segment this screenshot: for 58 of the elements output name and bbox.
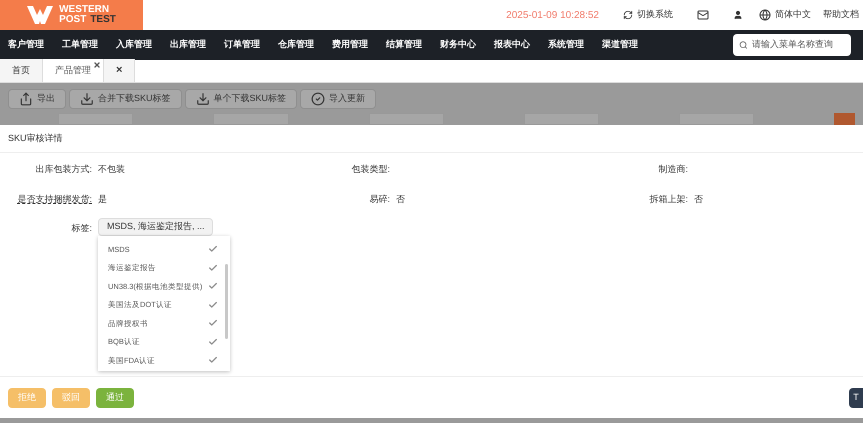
nav-menu-item[interactable]: 渠道管理 xyxy=(602,38,638,52)
field-value: 否 xyxy=(694,194,703,204)
nav-menu-item[interactable]: 出库管理 xyxy=(170,38,206,52)
filter-field[interactable] xyxy=(213,113,289,125)
field-label: 出库包装方式: xyxy=(34,163,92,176)
refresh-icon xyxy=(623,10,633,20)
filter-field[interactable] xyxy=(524,113,600,125)
field-value: 不包装 xyxy=(98,164,125,174)
search-icon xyxy=(739,40,748,50)
download-icon xyxy=(196,92,210,106)
globe-icon xyxy=(759,9,771,21)
mail-icon[interactable] xyxy=(697,9,709,21)
datetime-text: 2025-01-09 10:28:52 xyxy=(506,8,599,22)
nav-menu-item[interactable]: 系统管理 xyxy=(548,38,584,52)
nav-menu-item[interactable]: 客户管理 xyxy=(8,38,44,52)
field-label: 拆箱上架: xyxy=(648,192,688,206)
field-value: 否 xyxy=(396,194,405,204)
close-all-tabs-button[interactable]: × xyxy=(104,59,136,82)
field-value: 是 xyxy=(98,194,107,204)
logo-text: WESTERN xyxy=(59,5,110,15)
menu-search-field[interactable]: 请输入菜单名称查询 xyxy=(733,34,851,56)
switch-system-button[interactable]: 切换系统 xyxy=(623,8,673,22)
logo-text: TEST xyxy=(90,15,116,25)
nav-menu-item[interactable]: 结算管理 xyxy=(386,38,422,52)
language-button[interactable]: 简体中文 xyxy=(759,8,811,22)
nav-menu-item[interactable]: 订单管理 xyxy=(224,38,260,52)
help-link[interactable]: 帮助文档 xyxy=(823,8,859,22)
logo-text: POST xyxy=(59,15,86,25)
corner-button[interactable]: T xyxy=(849,388,863,408)
toolbar-button[interactable]: 合并下载SKU标签 xyxy=(69,89,182,109)
tag-select[interactable]: MSDS, 海运鉴定报告, ... xyxy=(98,218,213,236)
page-tab[interactable]: 产品管理 xyxy=(43,59,104,82)
check-circle-icon xyxy=(311,92,326,106)
field-label: 是否支持捆绑发货: xyxy=(16,192,92,206)
filter-field[interactable] xyxy=(679,113,754,125)
toolbar-button[interactable]: 导出 xyxy=(8,89,66,109)
download-icon xyxy=(80,92,94,106)
nav-menu-item[interactable]: 入库管理 xyxy=(116,38,152,52)
close-icon[interactable] xyxy=(93,61,101,69)
filter-field[interactable] xyxy=(368,113,444,125)
nav-menu-item[interactable]: 财务中心 xyxy=(440,38,476,52)
page-tab[interactable]: 首页 xyxy=(0,59,43,82)
field-label: 易碎: xyxy=(368,192,390,206)
user-icon[interactable] xyxy=(733,10,743,20)
nav-menu-item[interactable]: 费用管理 xyxy=(332,38,368,52)
toolbar-button[interactable]: 单个下载SKU标签 xyxy=(184,89,298,109)
nav-menu-item[interactable]: 仓库管理 xyxy=(278,38,314,52)
modal-title: SKU审核详情 xyxy=(8,132,63,145)
logo-icon xyxy=(27,6,54,24)
toolbar-button[interactable]: 导入更新 xyxy=(300,89,376,109)
field-label: 包装类型: xyxy=(350,163,390,176)
field-label: 制造商: xyxy=(657,163,688,176)
nav-menu-item[interactable]: 报表中心 xyxy=(494,38,530,52)
nav-menu-item[interactable]: 工单管理 xyxy=(62,38,98,52)
filter-field[interactable] xyxy=(58,113,134,125)
export-icon xyxy=(19,92,33,106)
search-input[interactable]: 请输入菜单名称查询 xyxy=(752,38,845,52)
field-label: 标签: xyxy=(70,222,92,235)
